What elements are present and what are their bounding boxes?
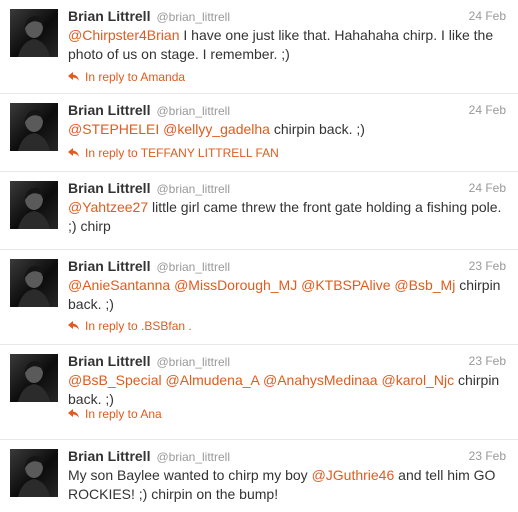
in-reply-to-label[interactable]: In reply to Ana: [85, 407, 162, 421]
author-name[interactable]: Brian Littrell: [68, 8, 150, 24]
mention-link[interactable]: @Almudena_A: [165, 372, 259, 388]
in-reply-to-link[interactable]: In reply to .BSBfan .: [68, 319, 192, 333]
tweet-timestamp[interactable]: 23 Feb: [469, 449, 506, 463]
author-handle[interactable]: @brian_littrell: [156, 260, 230, 274]
reply-arrow-icon: [68, 409, 79, 418]
tweet-item: Brian Littrell @brian_littrell 24 Feb @Ch…: [0, 0, 518, 94]
tweet-text: @BsB_Special @Almudena_A @AnahysMedinaa …: [68, 371, 504, 409]
author-name[interactable]: Brian Littrell: [68, 258, 150, 274]
mention-link[interactable]: @KTBSPAlive: [301, 277, 390, 293]
reply-arrow-icon: [68, 148, 79, 157]
author-handle[interactable]: @brian_littrell: [156, 450, 230, 464]
in-reply-to-link[interactable]: In reply to Amanda: [68, 70, 185, 84]
mention-link[interactable]: @AnieSantanna: [68, 277, 170, 293]
in-reply-to-label[interactable]: In reply to .BSBfan .: [85, 319, 192, 333]
mention-link[interactable]: @AnahysMedinaa: [263, 372, 378, 388]
tweet-timestamp[interactable]: 23 Feb: [469, 259, 506, 273]
tweet-item: Brian Littrell @brian_littrell 23 Feb My …: [0, 440, 518, 512]
tweet-header: Brian Littrell @brian_littrell 24 Feb: [68, 102, 506, 122]
author-handle[interactable]: @brian_littrell: [156, 104, 230, 118]
tweet-timestamp[interactable]: 24 Feb: [469, 9, 506, 23]
tweet-text: @AnieSantanna @MissDorough_MJ @KTBSPAliv…: [68, 276, 504, 314]
mention-link[interactable]: @Bsb_Mj: [394, 277, 455, 293]
tweet-item: Brian Littrell @brian_littrell 24 Feb @ST…: [0, 94, 518, 172]
avatar[interactable]: [10, 259, 58, 307]
mention-link[interactable]: @kellyy_gadelha: [163, 121, 270, 137]
avatar[interactable]: [10, 181, 58, 229]
tweet-timestamp[interactable]: 23 Feb: [469, 354, 506, 368]
author-name[interactable]: Brian Littrell: [68, 102, 150, 118]
in-reply-to-link[interactable]: In reply to Ana: [68, 407, 162, 421]
tweet-header: Brian Littrell @brian_littrell 24 Feb: [68, 8, 506, 28]
mention-link[interactable]: @Yahtzee27: [68, 199, 148, 215]
in-reply-to-link[interactable]: In reply to TEFFANY LITTRELL FAN: [68, 146, 279, 160]
mention-link[interactable]: @Chirpster4Brian: [68, 27, 179, 43]
avatar[interactable]: [10, 103, 58, 151]
author-handle[interactable]: @brian_littrell: [156, 10, 230, 24]
tweet-text: @STEPHELEI @kellyy_gadelha chirpin back.…: [68, 120, 504, 139]
avatar[interactable]: [10, 449, 58, 497]
mention-link[interactable]: @JGuthrie46: [312, 467, 395, 483]
tweet-item: Brian Littrell @brian_littrell 23 Feb @Bs…: [0, 345, 518, 440]
author-name[interactable]: Brian Littrell: [68, 448, 150, 464]
in-reply-to-label[interactable]: In reply to Amanda: [85, 70, 185, 84]
tweet-text-segment: My son Baylee wanted to chirp my boy: [68, 467, 312, 483]
tweet-timestamp[interactable]: 24 Feb: [469, 181, 506, 195]
avatar[interactable]: [10, 354, 58, 402]
tweet-header: Brian Littrell @brian_littrell 23 Feb: [68, 258, 506, 278]
tweet-item: Brian Littrell @brian_littrell 24 Feb @Ya…: [0, 172, 518, 250]
tweet-header: Brian Littrell @brian_littrell 24 Feb: [68, 180, 506, 200]
author-name[interactable]: Brian Littrell: [68, 353, 150, 369]
avatar[interactable]: [10, 9, 58, 57]
author-name[interactable]: Brian Littrell: [68, 180, 150, 196]
reply-arrow-icon: [68, 72, 79, 81]
tweet-text: @Chirpster4Brian I have one just like th…: [68, 26, 504, 64]
mention-link[interactable]: @karol_Njc: [382, 372, 455, 388]
tweet-text: My son Baylee wanted to chirp my boy @JG…: [68, 466, 504, 504]
tweet-text: @Yahtzee27 little girl came threw the fr…: [68, 198, 504, 236]
tweet-item: Brian Littrell @brian_littrell 23 Feb @An…: [0, 250, 518, 345]
in-reply-to-label[interactable]: In reply to TEFFANY LITTRELL FAN: [85, 146, 279, 160]
author-handle[interactable]: @brian_littrell: [156, 182, 230, 196]
mention-link[interactable]: @BsB_Special: [68, 372, 162, 388]
tweet-timestamp[interactable]: 24 Feb: [469, 103, 506, 117]
tweet-header: Brian Littrell @brian_littrell 23 Feb: [68, 353, 506, 373]
author-handle[interactable]: @brian_littrell: [156, 355, 230, 369]
mention-link[interactable]: @STEPHELEI: [68, 121, 159, 137]
mention-link[interactable]: @MissDorough_MJ: [174, 277, 297, 293]
reply-arrow-icon: [68, 321, 79, 330]
tweet-text-segment: chirpin back. ;): [269, 121, 365, 137]
tweet-header: Brian Littrell @brian_littrell 23 Feb: [68, 448, 506, 468]
tweet-timeline: Brian Littrell @brian_littrell 24 Feb @Ch…: [0, 0, 518, 512]
